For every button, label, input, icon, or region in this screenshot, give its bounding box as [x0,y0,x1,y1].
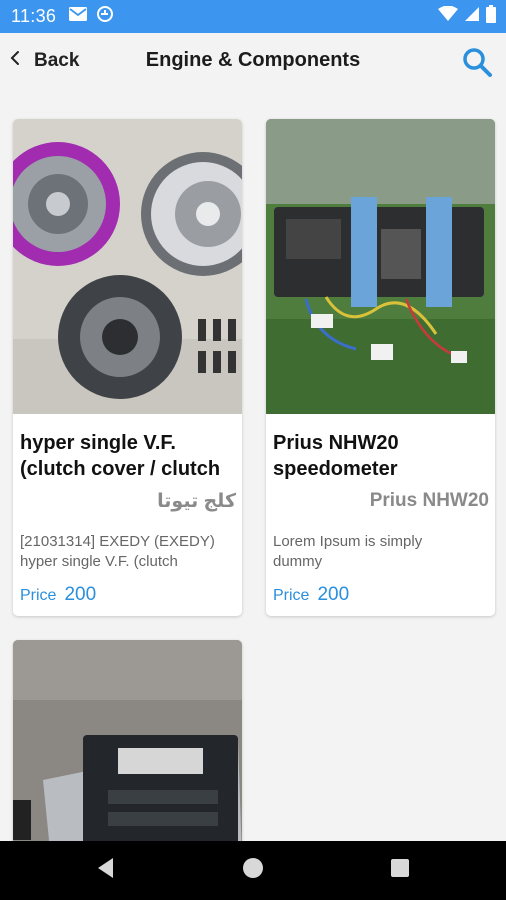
product-grid: hyper single V.F. (clutch cover / clutch… [0,95,506,841]
product-card[interactable]: hyper single V.F. (clutch cover / clutch… [13,119,242,616]
product-image [266,119,495,414]
search-button[interactable] [460,45,494,79]
product-card[interactable]: Prius NHW20 speedometer Prius NHW20 Lore… [266,119,495,616]
system-nav-bar [0,841,506,900]
signal-icon [464,6,480,27]
circle-home-icon [242,857,264,884]
product-description: Lorem Ipsum is simply dummy [273,533,423,570]
data-saver-icon [96,5,114,28]
price-value: 200 [64,584,97,605]
search-icon [460,48,494,83]
square-recents-icon [390,858,410,883]
app-header: Back Engine & Components [0,33,506,95]
price-label: Price [273,587,310,604]
mail-icon [68,6,88,27]
nav-home-button[interactable] [223,841,283,900]
product-price: Price 200 [273,584,349,606]
product-subtitle: Prius NHW20 [369,490,489,511]
nav-back-button[interactable] [76,841,136,900]
triangle-back-icon [96,857,116,884]
status-time: 11:36 [11,6,57,26]
product-description: [21031314] EXEDY (EXEDY) hyper single V.… [20,533,215,570]
battery-icon [486,5,496,28]
page-title: Engine & Components [145,49,361,71]
status-bar: 11:36 [0,0,506,33]
product-image [13,119,242,414]
product-subtitle: كلج تيوتا [157,491,236,512]
nav-recents-button[interactable] [370,841,430,900]
price-value: 200 [317,584,350,605]
product-title: hyper single V.F. (clutch cover / clutch [20,432,221,480]
price-label: Price [20,587,57,604]
product-card[interactable] [13,640,242,841]
product-price: Price 200 [20,584,96,606]
product-image [13,640,242,841]
product-title: Prius NHW20 speedometer [273,432,399,480]
wifi-icon [438,5,458,27]
